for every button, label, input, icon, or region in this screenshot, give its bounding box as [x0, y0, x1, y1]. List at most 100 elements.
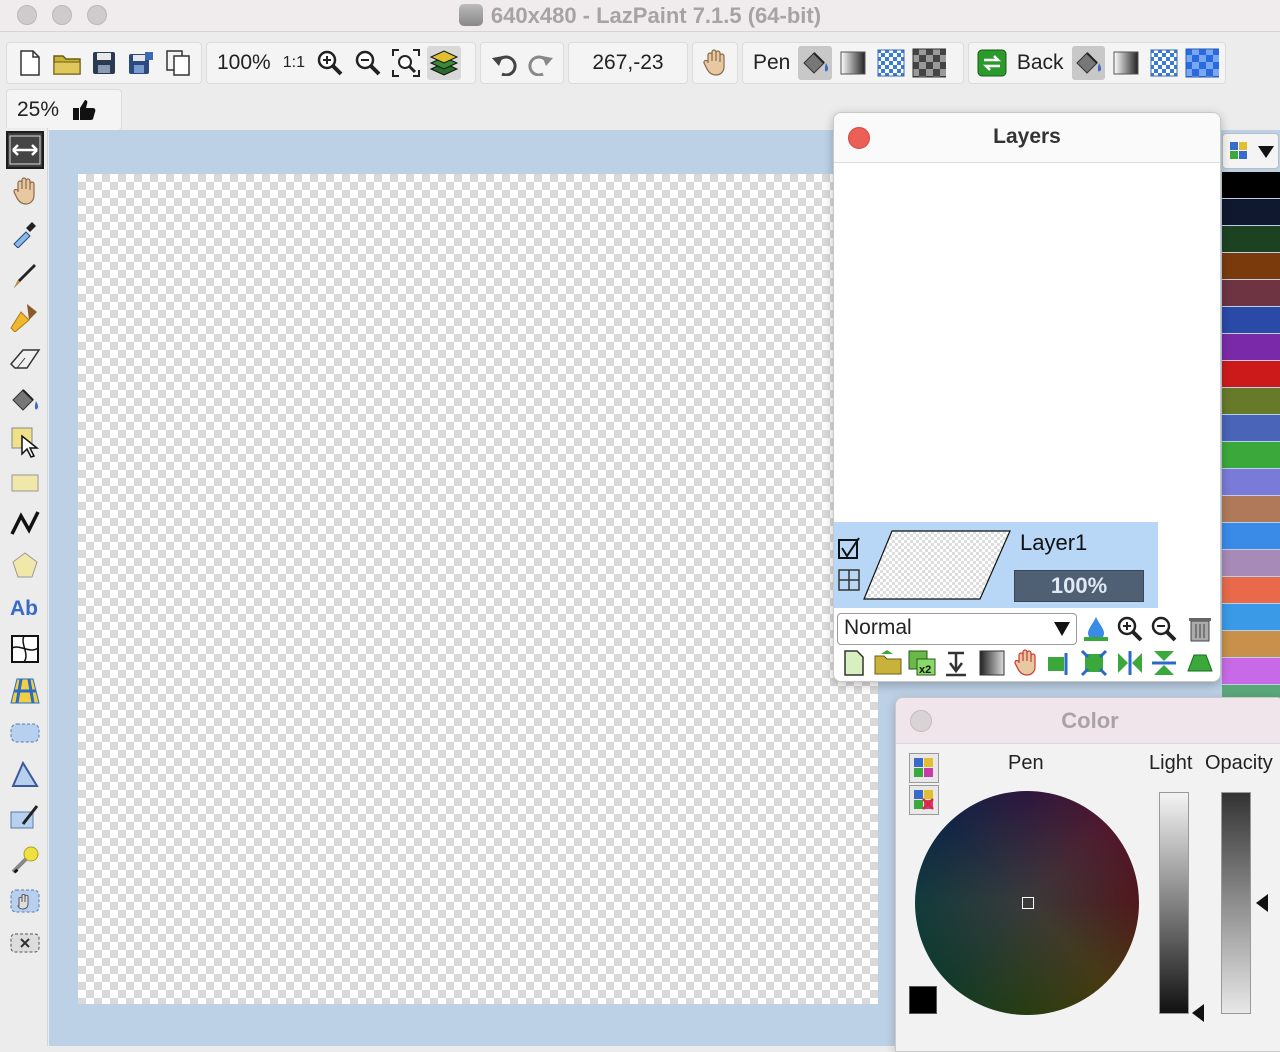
lightness-slider-handle-icon[interactable] [1192, 1004, 1204, 1022]
back-texture-button[interactable] [1147, 46, 1181, 80]
palette-swatch[interactable] [1222, 307, 1280, 333]
actual-size-button[interactable]: 1:1 [277, 54, 311, 72]
hand-tool[interactable] [6, 172, 44, 210]
lightness-slider[interactable] [1159, 792, 1189, 1014]
pen-texture-button[interactable] [874, 46, 908, 80]
palette-swatch[interactable] [1222, 442, 1280, 468]
layer-row-layer1[interactable]: Layer1 100% [834, 522, 1158, 608]
layer-grid-icon[interactable] [837, 568, 861, 592]
swap-colors-button[interactable] [975, 46, 1009, 80]
polygon-tool[interactable] [6, 546, 44, 584]
blend-mode-select[interactable]: Normal [837, 613, 1077, 645]
delete-layer-button[interactable] [1184, 613, 1216, 645]
palette-swatch[interactable] [1222, 496, 1280, 522]
redo-button[interactable] [524, 46, 557, 80]
antialiasing-button[interactable] [67, 93, 101, 127]
palette-swatch[interactable] [1222, 658, 1280, 684]
rectangle-tool[interactable] [6, 464, 44, 502]
palette-swatch[interactable] [1222, 604, 1280, 630]
select-polygon-tool[interactable] [6, 756, 44, 794]
pen-gradient-button[interactable] [836, 46, 870, 80]
tool-opacity-value[interactable]: 25% [11, 98, 65, 122]
palette-swatch[interactable] [1222, 523, 1280, 549]
layer-opacity-drop-button[interactable] [1080, 613, 1112, 645]
new-file-button[interactable] [13, 46, 46, 80]
pen-transparency-button[interactable] [912, 46, 947, 80]
current-color-swatch[interactable] [909, 986, 937, 1014]
layer-stack-toggle-button[interactable] [426, 46, 461, 80]
select-tool[interactable] [6, 423, 44, 461]
back-transparency-button[interactable] [1185, 46, 1219, 80]
opacity-slider[interactable] [1221, 792, 1251, 1014]
pick-pen-color-button[interactable] [909, 753, 939, 783]
move-layer-tool[interactable] [6, 131, 44, 169]
rotate-layer-button[interactable] [1044, 647, 1076, 679]
image-canvas[interactable] [78, 174, 878, 1004]
load-layer-button[interactable] [872, 647, 904, 679]
undo-button[interactable] [487, 46, 520, 80]
zoom-toolbar-group: 100% 1:1 [206, 42, 476, 84]
layer-zoom-out-button[interactable] [1148, 613, 1180, 645]
layer-thumbnail [863, 530, 1011, 600]
polyline-tool[interactable] [6, 504, 44, 542]
select-pen-tool[interactable] [6, 798, 44, 836]
zoom-fit-button[interactable] [389, 46, 423, 80]
eraser-tool[interactable] [6, 340, 44, 378]
layer-zoom-in-button[interactable] [1114, 613, 1146, 645]
palette-swatch[interactable] [1222, 469, 1280, 495]
palette-swatch[interactable] [1222, 199, 1280, 225]
back-solid-fill-button[interactable] [1071, 46, 1106, 80]
palette-swatch[interactable] [1222, 253, 1280, 279]
move-layer-content-button[interactable] [1010, 647, 1042, 679]
fill-tool[interactable] [6, 382, 44, 420]
move-selection-tool[interactable] [6, 882, 44, 920]
palette-swatch[interactable] [1222, 226, 1280, 252]
save-disk-icon [93, 52, 115, 74]
zoom-level[interactable]: 100% [211, 51, 277, 75]
palette-swatch[interactable] [1222, 361, 1280, 387]
layer-effects-button[interactable] [976, 647, 1008, 679]
palette-swatch[interactable] [1222, 577, 1280, 603]
palette-swatch[interactable] [1222, 334, 1280, 360]
layer-visible-checkbox-icon[interactable] [836, 536, 862, 562]
color-wheel-cursor[interactable] [1022, 897, 1034, 909]
zoom-out-button[interactable] [351, 46, 385, 80]
pick-back-color-button[interactable] [909, 785, 939, 815]
deformation-grid-tool[interactable] [6, 630, 44, 668]
brush-tool[interactable] [6, 298, 44, 336]
zoom-in-button[interactable] [313, 46, 347, 80]
blue-transparency-icon [1185, 48, 1219, 78]
duplicate-layer-button[interactable]: x2 [906, 647, 938, 679]
palette-swatch[interactable] [1222, 631, 1280, 657]
select-rectangle-tool[interactable] [6, 714, 44, 752]
palette-swatch[interactable] [1222, 172, 1280, 198]
perspective-tool[interactable] [6, 672, 44, 710]
merge-layer-button[interactable] [940, 647, 972, 679]
zoom-layer-button[interactable] [1078, 647, 1110, 679]
text-tool[interactable]: Ab [6, 588, 44, 626]
palette-swatch[interactable] [1222, 550, 1280, 576]
pan-hand-button[interactable] [699, 46, 731, 80]
layer-opacity[interactable]: 100% [1014, 570, 1144, 602]
open-file-button[interactable] [50, 46, 83, 80]
flip-horizontal-button[interactable] [1114, 647, 1146, 679]
new-file-icon [19, 50, 40, 76]
save-as-button[interactable] [125, 46, 158, 80]
save-button[interactable] [87, 46, 120, 80]
copy-button[interactable] [162, 46, 195, 80]
new-layer-button[interactable] [838, 647, 870, 679]
palette-menu-button[interactable] [1222, 133, 1279, 169]
back-gradient-button[interactable] [1109, 46, 1143, 80]
pen-solid-fill-button[interactable] [798, 46, 833, 80]
opacity-slider-handle-icon[interactable] [1256, 894, 1268, 912]
deselect-tool[interactable] [6, 924, 44, 962]
flip-vertical-button[interactable] [1148, 647, 1180, 679]
palette-swatch[interactable] [1222, 388, 1280, 414]
pen-tool[interactable] [6, 256, 44, 294]
color-picker-tool[interactable] [6, 214, 44, 252]
layer-shape-button[interactable] [1184, 647, 1216, 679]
palette-swatch[interactable] [1222, 415, 1280, 441]
merge-down-icon [946, 651, 966, 677]
palette-swatch[interactable] [1222, 280, 1280, 306]
magic-wand-tool[interactable] [6, 840, 44, 878]
